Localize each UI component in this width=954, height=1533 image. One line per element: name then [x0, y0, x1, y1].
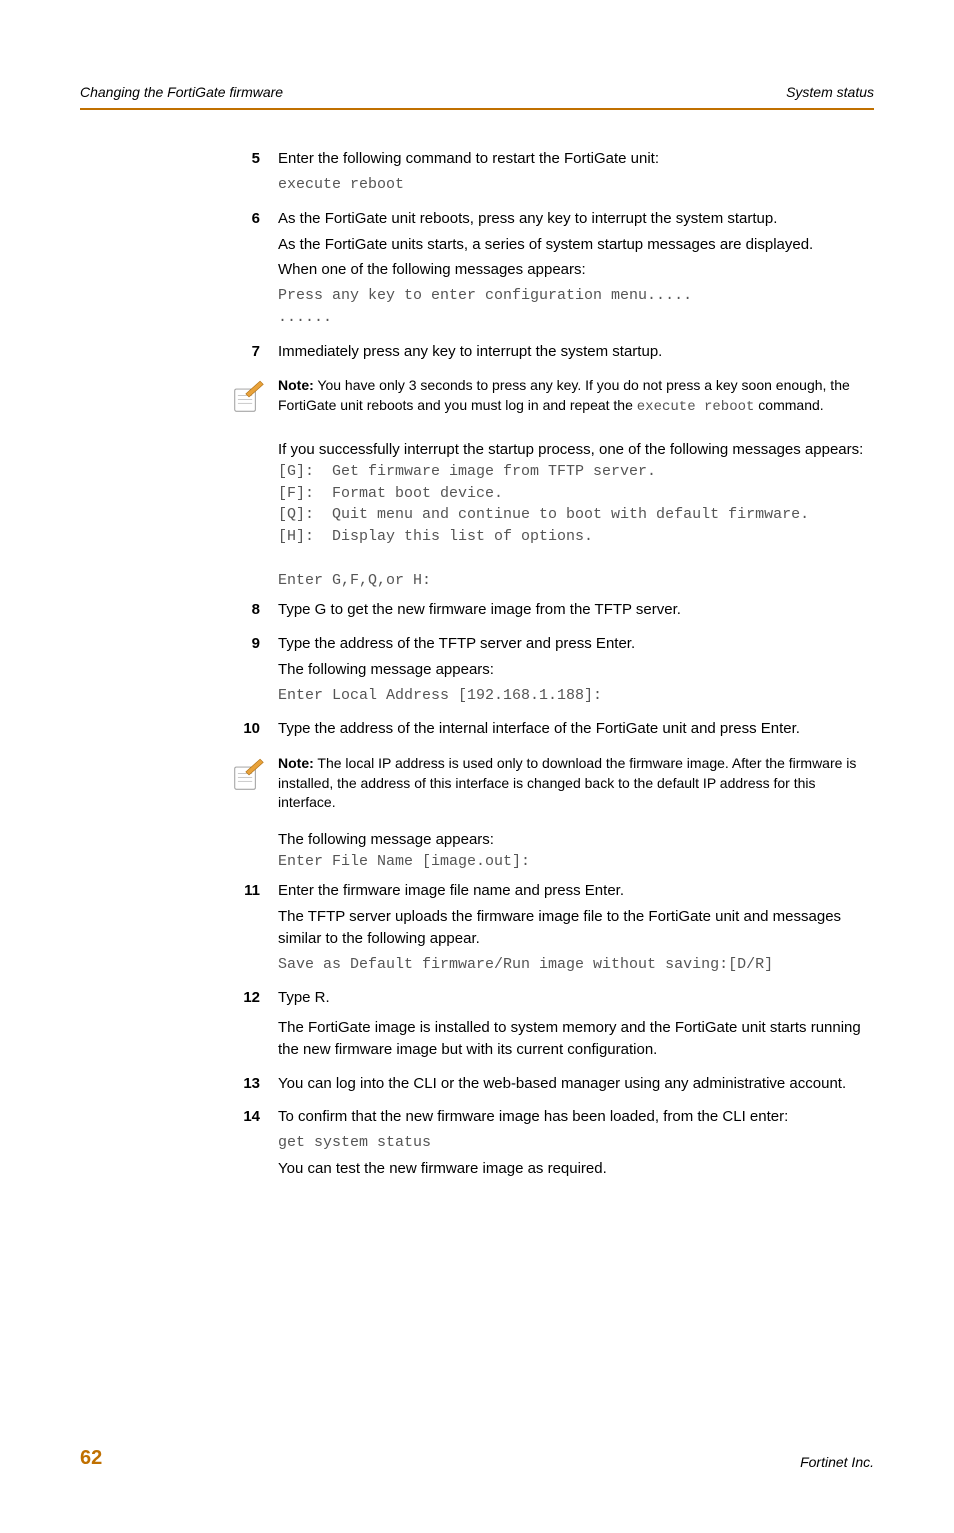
header-right: System status: [786, 82, 874, 102]
step-number: 10: [230, 718, 278, 744]
step-9: 9 Type the address of the TFTP server an…: [230, 633, 864, 710]
step-number: 14: [230, 1106, 278, 1183]
code-block: get system status: [278, 1132, 864, 1154]
code-block: Enter File Name [image.out]:: [278, 851, 864, 873]
step-text: When one of the following messages appea…: [278, 259, 864, 281]
header-left: Changing the FortiGate firmware: [80, 82, 283, 102]
post-note-block: If you successfully interrupt the startu…: [278, 439, 864, 591]
page-number: 62: [80, 1444, 102, 1473]
running-header: Changing the FortiGate firmware System s…: [80, 82, 874, 110]
step-5: 5 Enter the following command to restart…: [230, 148, 864, 200]
note-text: Note: The local IP address is used only …: [278, 754, 864, 813]
step-text: As the FortiGate units starts, a series …: [278, 234, 864, 256]
code-block: Enter Local Address [192.168.1.188]:: [278, 685, 864, 707]
note-icon: [230, 376, 278, 423]
step-number: 13: [230, 1073, 278, 1099]
step-text: Immediately press any key to interrupt t…: [278, 341, 864, 363]
step-text: You can log into the CLI or the web-base…: [278, 1073, 864, 1095]
step-text: Enter the firmware image file name and p…: [278, 880, 864, 902]
step-text: Type the address of the internal interfa…: [278, 718, 864, 740]
step-number: 5: [230, 148, 278, 200]
step-number: 6: [230, 208, 278, 333]
step-6: 6 As the FortiGate unit reboots, press a…: [230, 208, 864, 333]
note-icon: [230, 754, 278, 801]
step-7: 7 Immediately press any key to interrupt…: [230, 341, 864, 367]
step-12: 12 Type R. The FortiGate image is instal…: [230, 987, 864, 1064]
step-13: 13 You can log into the CLI or the web-b…: [230, 1073, 864, 1099]
company-name: Fortinet Inc.: [800, 1452, 874, 1472]
post-note-block: The following message appears: Enter Fil…: [278, 829, 864, 873]
step-text: The TFTP server uploads the firmware ima…: [278, 906, 864, 950]
step-number: 11: [230, 880, 278, 979]
page-content: 5 Enter the following command to restart…: [80, 148, 874, 1183]
step-text: Type G to get the new firmware image fro…: [278, 599, 864, 621]
note-block: Note: The local IP address is used only …: [230, 754, 864, 813]
code-block: [G]: Get firmware image from TFTP server…: [278, 461, 864, 592]
step-text: Enter the following command to restart t…: [278, 148, 864, 170]
step-text: You can test the new firmware image as r…: [278, 1158, 864, 1180]
code-block: Save as Default firmware/Run image witho…: [278, 954, 864, 976]
step-number: 7: [230, 341, 278, 367]
step-11: 11 Enter the firmware image file name an…: [230, 880, 864, 979]
step-10: 10 Type the address of the internal inte…: [230, 718, 864, 744]
step-text: The following message appears:: [278, 659, 864, 681]
step-text: Type the address of the TFTP server and …: [278, 633, 864, 655]
code-block: Press any key to enter configuration men…: [278, 285, 864, 329]
step-number: 8: [230, 599, 278, 625]
step-8: 8 Type G to get the new firmware image f…: [230, 599, 864, 625]
note-block: Note: You have only 3 seconds to press a…: [230, 376, 864, 423]
step-text: The FortiGate image is installed to syst…: [278, 1017, 864, 1061]
page-footer: 62 Fortinet Inc.: [80, 1444, 874, 1473]
paragraph: The following message appears:: [278, 829, 864, 851]
code-block: execute reboot: [278, 174, 864, 196]
paragraph: If you successfully interrupt the startu…: [278, 439, 864, 461]
step-14: 14 To confirm that the new firmware imag…: [230, 1106, 864, 1183]
step-text: Type R.: [278, 987, 864, 1009]
step-text: To confirm that the new firmware image h…: [278, 1106, 864, 1128]
note-text: Note: You have only 3 seconds to press a…: [278, 376, 864, 417]
step-number: 12: [230, 987, 278, 1064]
step-text: As the FortiGate unit reboots, press any…: [278, 208, 864, 230]
step-number: 9: [230, 633, 278, 710]
